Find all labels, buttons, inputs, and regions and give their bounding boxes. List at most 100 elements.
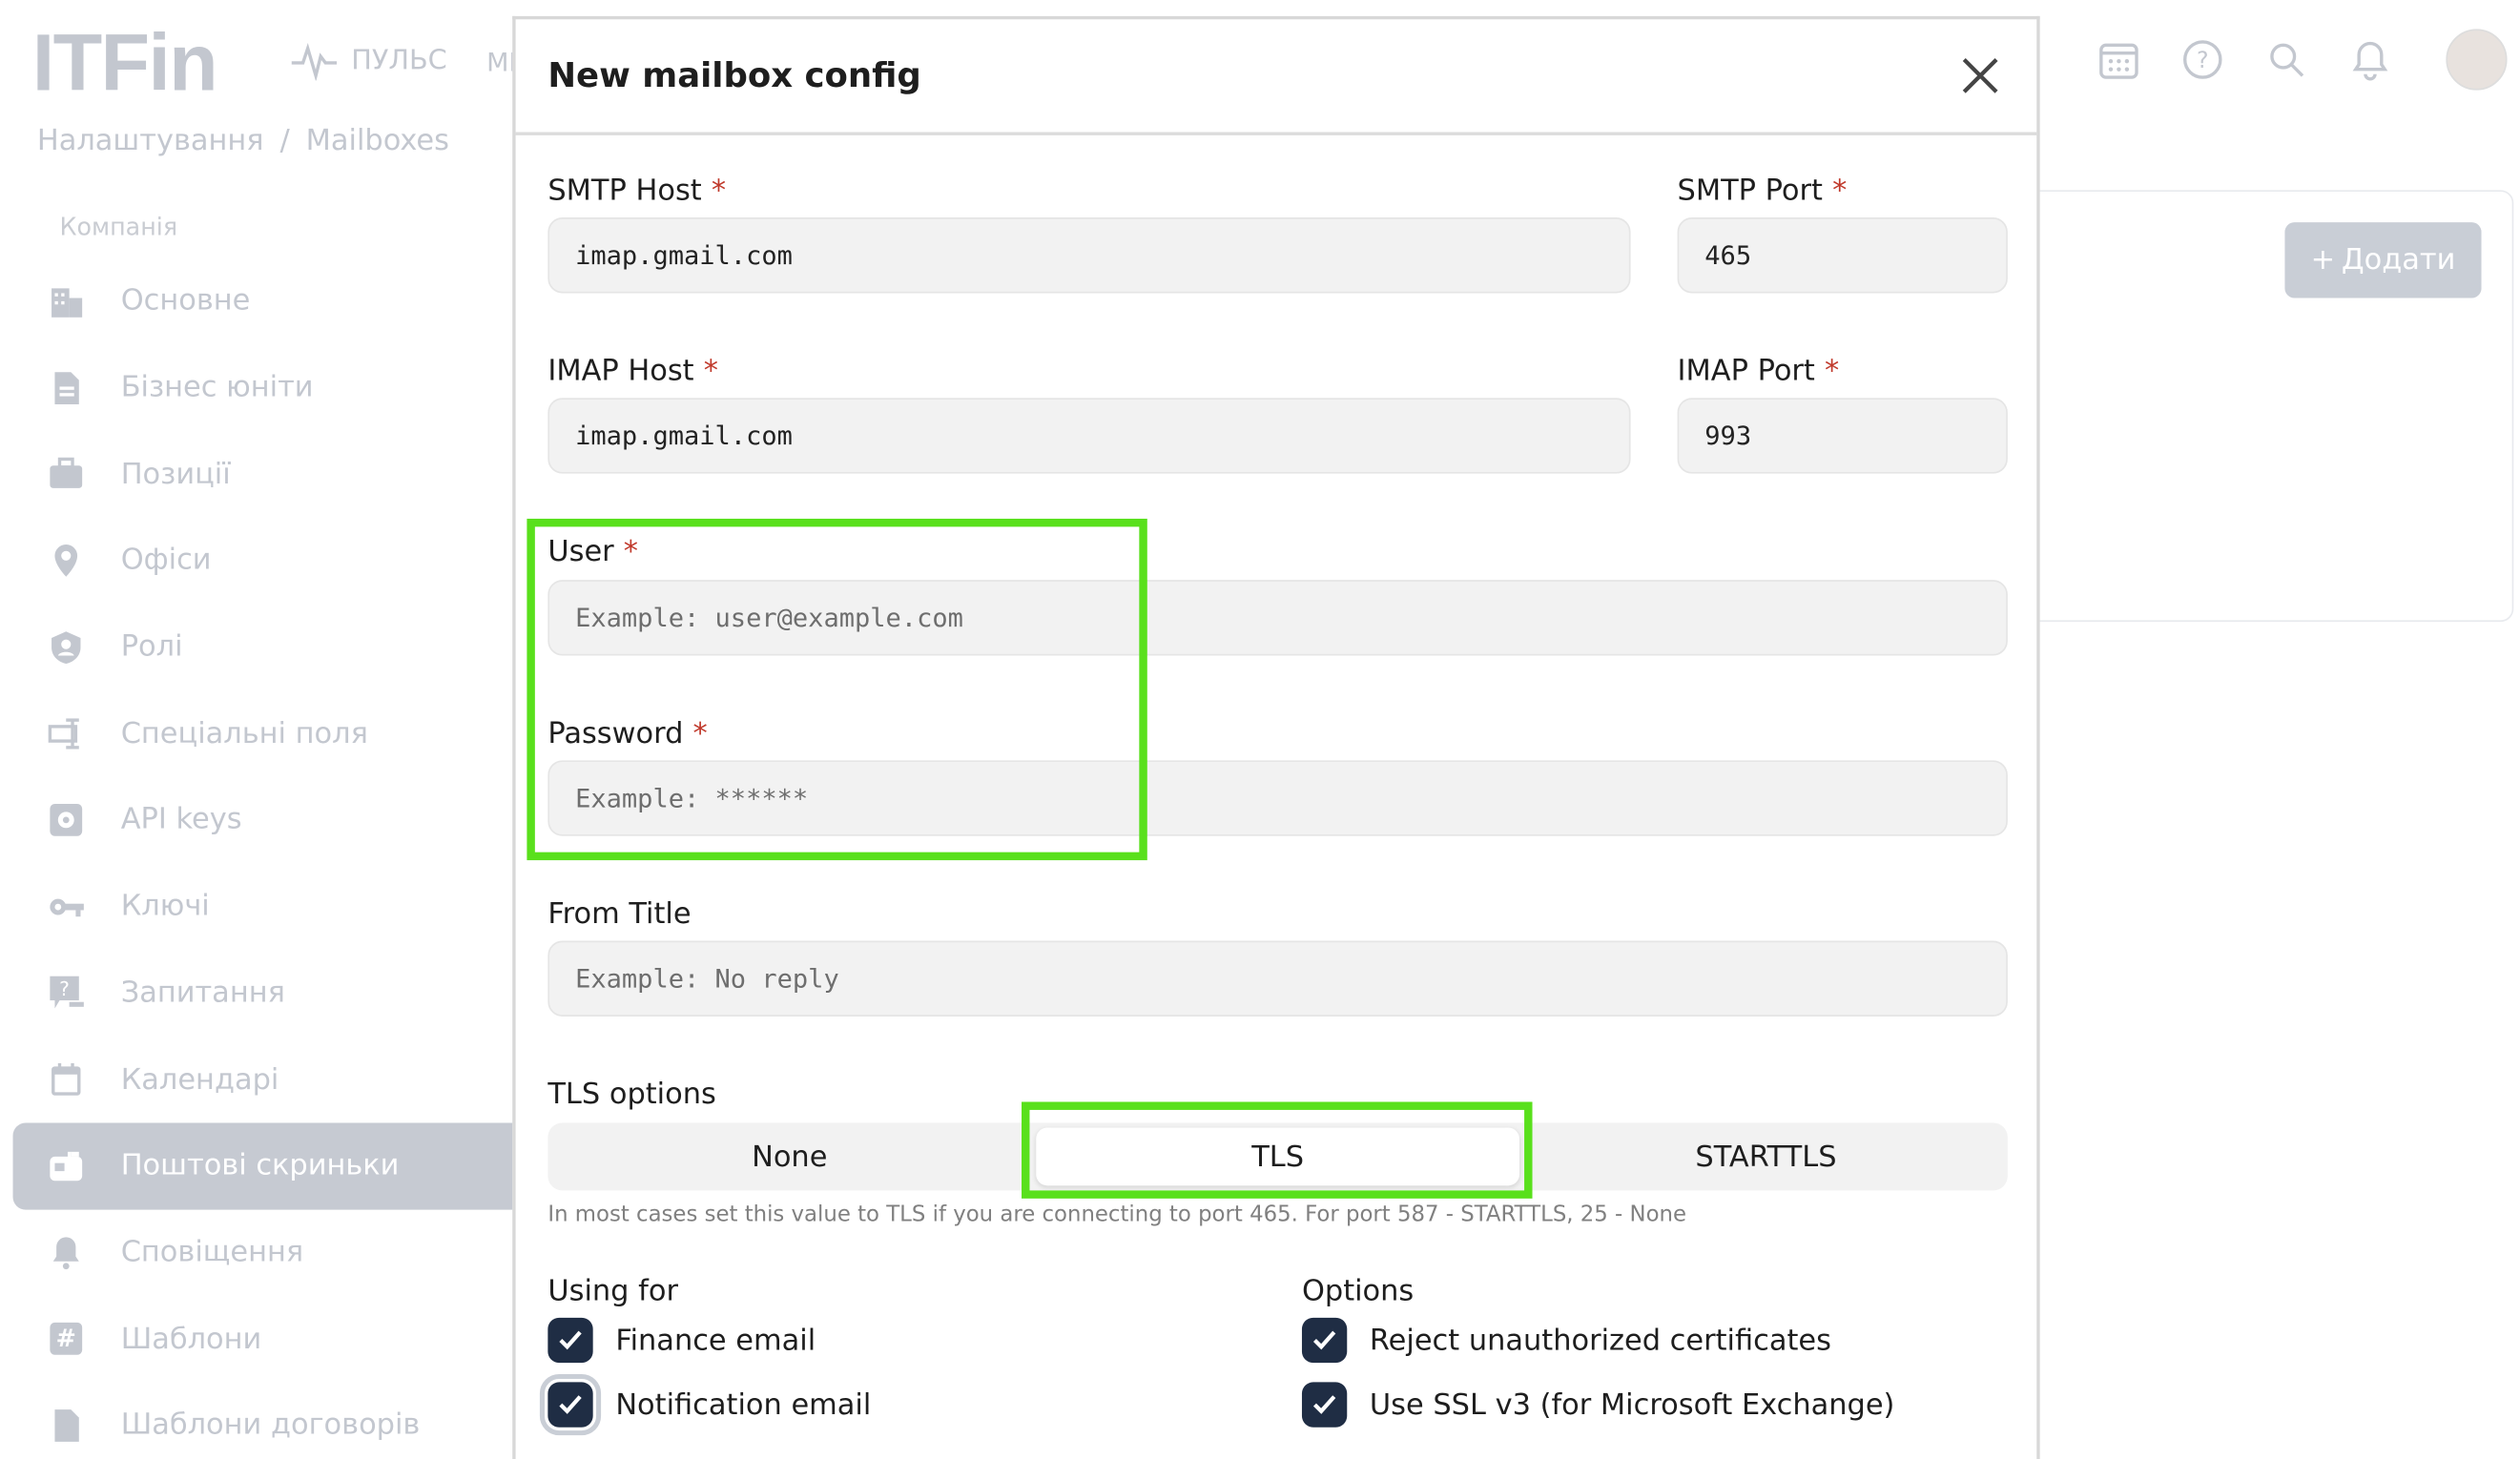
imap-host-input[interactable]: imap.gmail.com bbox=[547, 398, 1631, 474]
sidebar-item-label: Позиції bbox=[120, 457, 231, 491]
sidebar-item-api-keys[interactable]: API keys bbox=[13, 776, 516, 863]
plus-icon: + bbox=[2310, 243, 2336, 277]
from-title-input[interactable]: Example: No reply bbox=[547, 940, 2008, 1017]
pulse-icon bbox=[291, 43, 338, 81]
sidebar-item-offices[interactable]: Офіси bbox=[13, 517, 516, 604]
required-marker: * bbox=[1825, 354, 1840, 389]
sidebar-item-notifications[interactable]: Сповіщення bbox=[13, 1209, 516, 1296]
sidebar-item-label: Поштові скриньки bbox=[120, 1148, 400, 1183]
location-pin-icon bbox=[45, 540, 87, 582]
sidebar-item-label: Шаблони bbox=[120, 1322, 262, 1356]
sidebar-item-calendars[interactable]: Календарі bbox=[13, 1037, 516, 1123]
tls-option-starttls[interactable]: STARTTLS bbox=[1524, 1128, 2008, 1186]
sidebar-item-label: Календарі bbox=[120, 1062, 279, 1097]
smtp-port-input[interactable]: 465 bbox=[1677, 217, 2008, 294]
breadcrumb-separator: / bbox=[279, 124, 290, 158]
custom-field-icon bbox=[45, 712, 87, 754]
sidebar-item-questions[interactable]: ? Запитання bbox=[13, 950, 516, 1037]
key-icon bbox=[45, 886, 87, 928]
smtp-port-label: SMTP Port * bbox=[1677, 174, 1848, 208]
sidebar-item-mailboxes[interactable]: Поштові скриньки bbox=[12, 1122, 516, 1209]
checkbox-checked-icon[interactable] bbox=[1301, 1317, 1348, 1364]
shield-user-icon bbox=[45, 626, 87, 668]
finance-email-label: Finance email bbox=[615, 1323, 816, 1358]
required-marker: * bbox=[703, 354, 718, 389]
svg-text:#: # bbox=[56, 1324, 76, 1352]
from-title-label: From Title bbox=[547, 896, 692, 932]
add-button-label: Додати bbox=[2341, 243, 2456, 277]
sidebar-item-roles[interactable]: Ролі bbox=[13, 604, 516, 690]
mailbox-icon bbox=[45, 1145, 87, 1187]
document-icon bbox=[45, 366, 87, 408]
checkbox-checked-icon[interactable] bbox=[539, 1373, 602, 1436]
sidebar-item-label: Спеціальні поля bbox=[120, 716, 368, 750]
breadcrumb-settings[interactable]: Налаштування bbox=[37, 124, 264, 157]
imap-port-input[interactable]: 993 bbox=[1677, 398, 2008, 474]
checkbox-checked-icon[interactable] bbox=[1301, 1382, 1348, 1428]
question-chat-icon: ? bbox=[45, 972, 87, 1014]
sidebar-item-label: Сповіщення bbox=[120, 1235, 304, 1270]
sidebar: Основне Бізнес юніти Позиції Офіси Ролі … bbox=[12, 257, 516, 1459]
notification-email-checkbox[interactable]: Notification email bbox=[539, 1373, 872, 1436]
sidebar-item-label: Основне bbox=[120, 283, 251, 319]
breadcrumb: Налаштування / Mailboxes bbox=[37, 124, 449, 157]
building-icon bbox=[45, 280, 87, 322]
sidebar-item-keys[interactable]: Ключі bbox=[13, 863, 516, 950]
required-marker: * bbox=[1832, 174, 1848, 208]
sidebar-item-label: Бізнес юніти bbox=[120, 370, 314, 405]
use-sslv3-checkbox[interactable]: Use SSL v3 (for Microsoft Exchange) bbox=[1301, 1382, 1894, 1428]
sidebar-item-custom-fields[interactable]: Спеціальні поля bbox=[13, 690, 516, 777]
close-icon[interactable] bbox=[1959, 54, 2001, 96]
calendar-icon[interactable] bbox=[2095, 35, 2143, 84]
sidebar-item-label: Шаблони договорів bbox=[120, 1408, 421, 1443]
sidebar-item-business-units[interactable]: Бізнес юніти bbox=[13, 344, 516, 431]
nav-pulse-label: ПУЛЬС bbox=[351, 45, 447, 78]
notification-email-label: Notification email bbox=[615, 1387, 872, 1422]
sidebar-section-title: Компанія bbox=[59, 212, 178, 242]
nav-pulse[interactable]: ПУЛЬС bbox=[290, 42, 447, 81]
smtp-host-label: SMTP Host * bbox=[547, 174, 727, 208]
svg-text:?: ? bbox=[2197, 47, 2209, 73]
sidebar-item-general[interactable]: Основне bbox=[13, 257, 516, 344]
tls-hint: In most cases set this value to TLS if y… bbox=[547, 1202, 1687, 1228]
sidebar-item-label: Ключі bbox=[120, 889, 210, 924]
bell-icon[interactable] bbox=[2346, 35, 2395, 84]
sidebar-item-contract-templates[interactable]: Шаблони договорів bbox=[13, 1382, 516, 1459]
help-icon[interactable]: ? bbox=[2179, 35, 2227, 84]
gear-box-icon bbox=[45, 799, 87, 841]
sidebar-item-templates[interactable]: # Шаблони bbox=[13, 1296, 516, 1383]
modal-header: New mailbox config bbox=[515, 19, 2037, 135]
sidebar-item-positions[interactable]: Позиції bbox=[13, 431, 516, 518]
highlight-box-tls bbox=[1022, 1101, 1533, 1199]
reject-unauthorized-checkbox[interactable]: Reject unauthorized certificates bbox=[1301, 1317, 1831, 1364]
add-mailbox-button[interactable]: + Додати bbox=[2284, 222, 2482, 298]
file-icon bbox=[45, 1405, 87, 1447]
tls-option-none[interactable]: None bbox=[547, 1128, 1031, 1186]
imap-host-label: IMAP Host * bbox=[547, 354, 718, 389]
bell-alert-icon bbox=[45, 1231, 87, 1273]
using-for-title: Using for bbox=[547, 1274, 678, 1308]
sidebar-item-label: Офіси bbox=[120, 543, 212, 578]
sidebar-item-label: Ролі bbox=[120, 629, 183, 665]
top-toolbar: ? bbox=[2095, 29, 2508, 91]
sidebar-item-label: API keys bbox=[120, 803, 242, 837]
reject-unauthorized-label: Reject unauthorized certificates bbox=[1369, 1323, 1831, 1358]
svg-text:?: ? bbox=[59, 978, 70, 1001]
options-title: Options bbox=[1301, 1274, 1415, 1308]
briefcase-icon bbox=[45, 453, 87, 495]
breadcrumb-mailboxes: Mailboxes bbox=[305, 124, 449, 158]
search-icon[interactable] bbox=[2262, 35, 2311, 84]
checkbox-checked-icon[interactable] bbox=[547, 1317, 593, 1364]
calendar-icon bbox=[45, 1058, 87, 1100]
finance-email-checkbox[interactable]: Finance email bbox=[547, 1317, 816, 1364]
app-logo[interactable]: ITFin bbox=[32, 16, 218, 110]
hash-icon: # bbox=[45, 1318, 87, 1360]
imap-port-label: IMAP Port * bbox=[1677, 354, 1840, 389]
smtp-host-input[interactable]: imap.gmail.com bbox=[547, 217, 1631, 294]
sidebar-item-label: Запитання bbox=[120, 976, 285, 1010]
highlight-box-credentials bbox=[527, 518, 1147, 861]
user-avatar[interactable] bbox=[2446, 29, 2508, 91]
modal-title: New mailbox config bbox=[547, 56, 921, 95]
tls-options-label: TLS options bbox=[547, 1078, 716, 1112]
required-marker: * bbox=[711, 174, 727, 208]
